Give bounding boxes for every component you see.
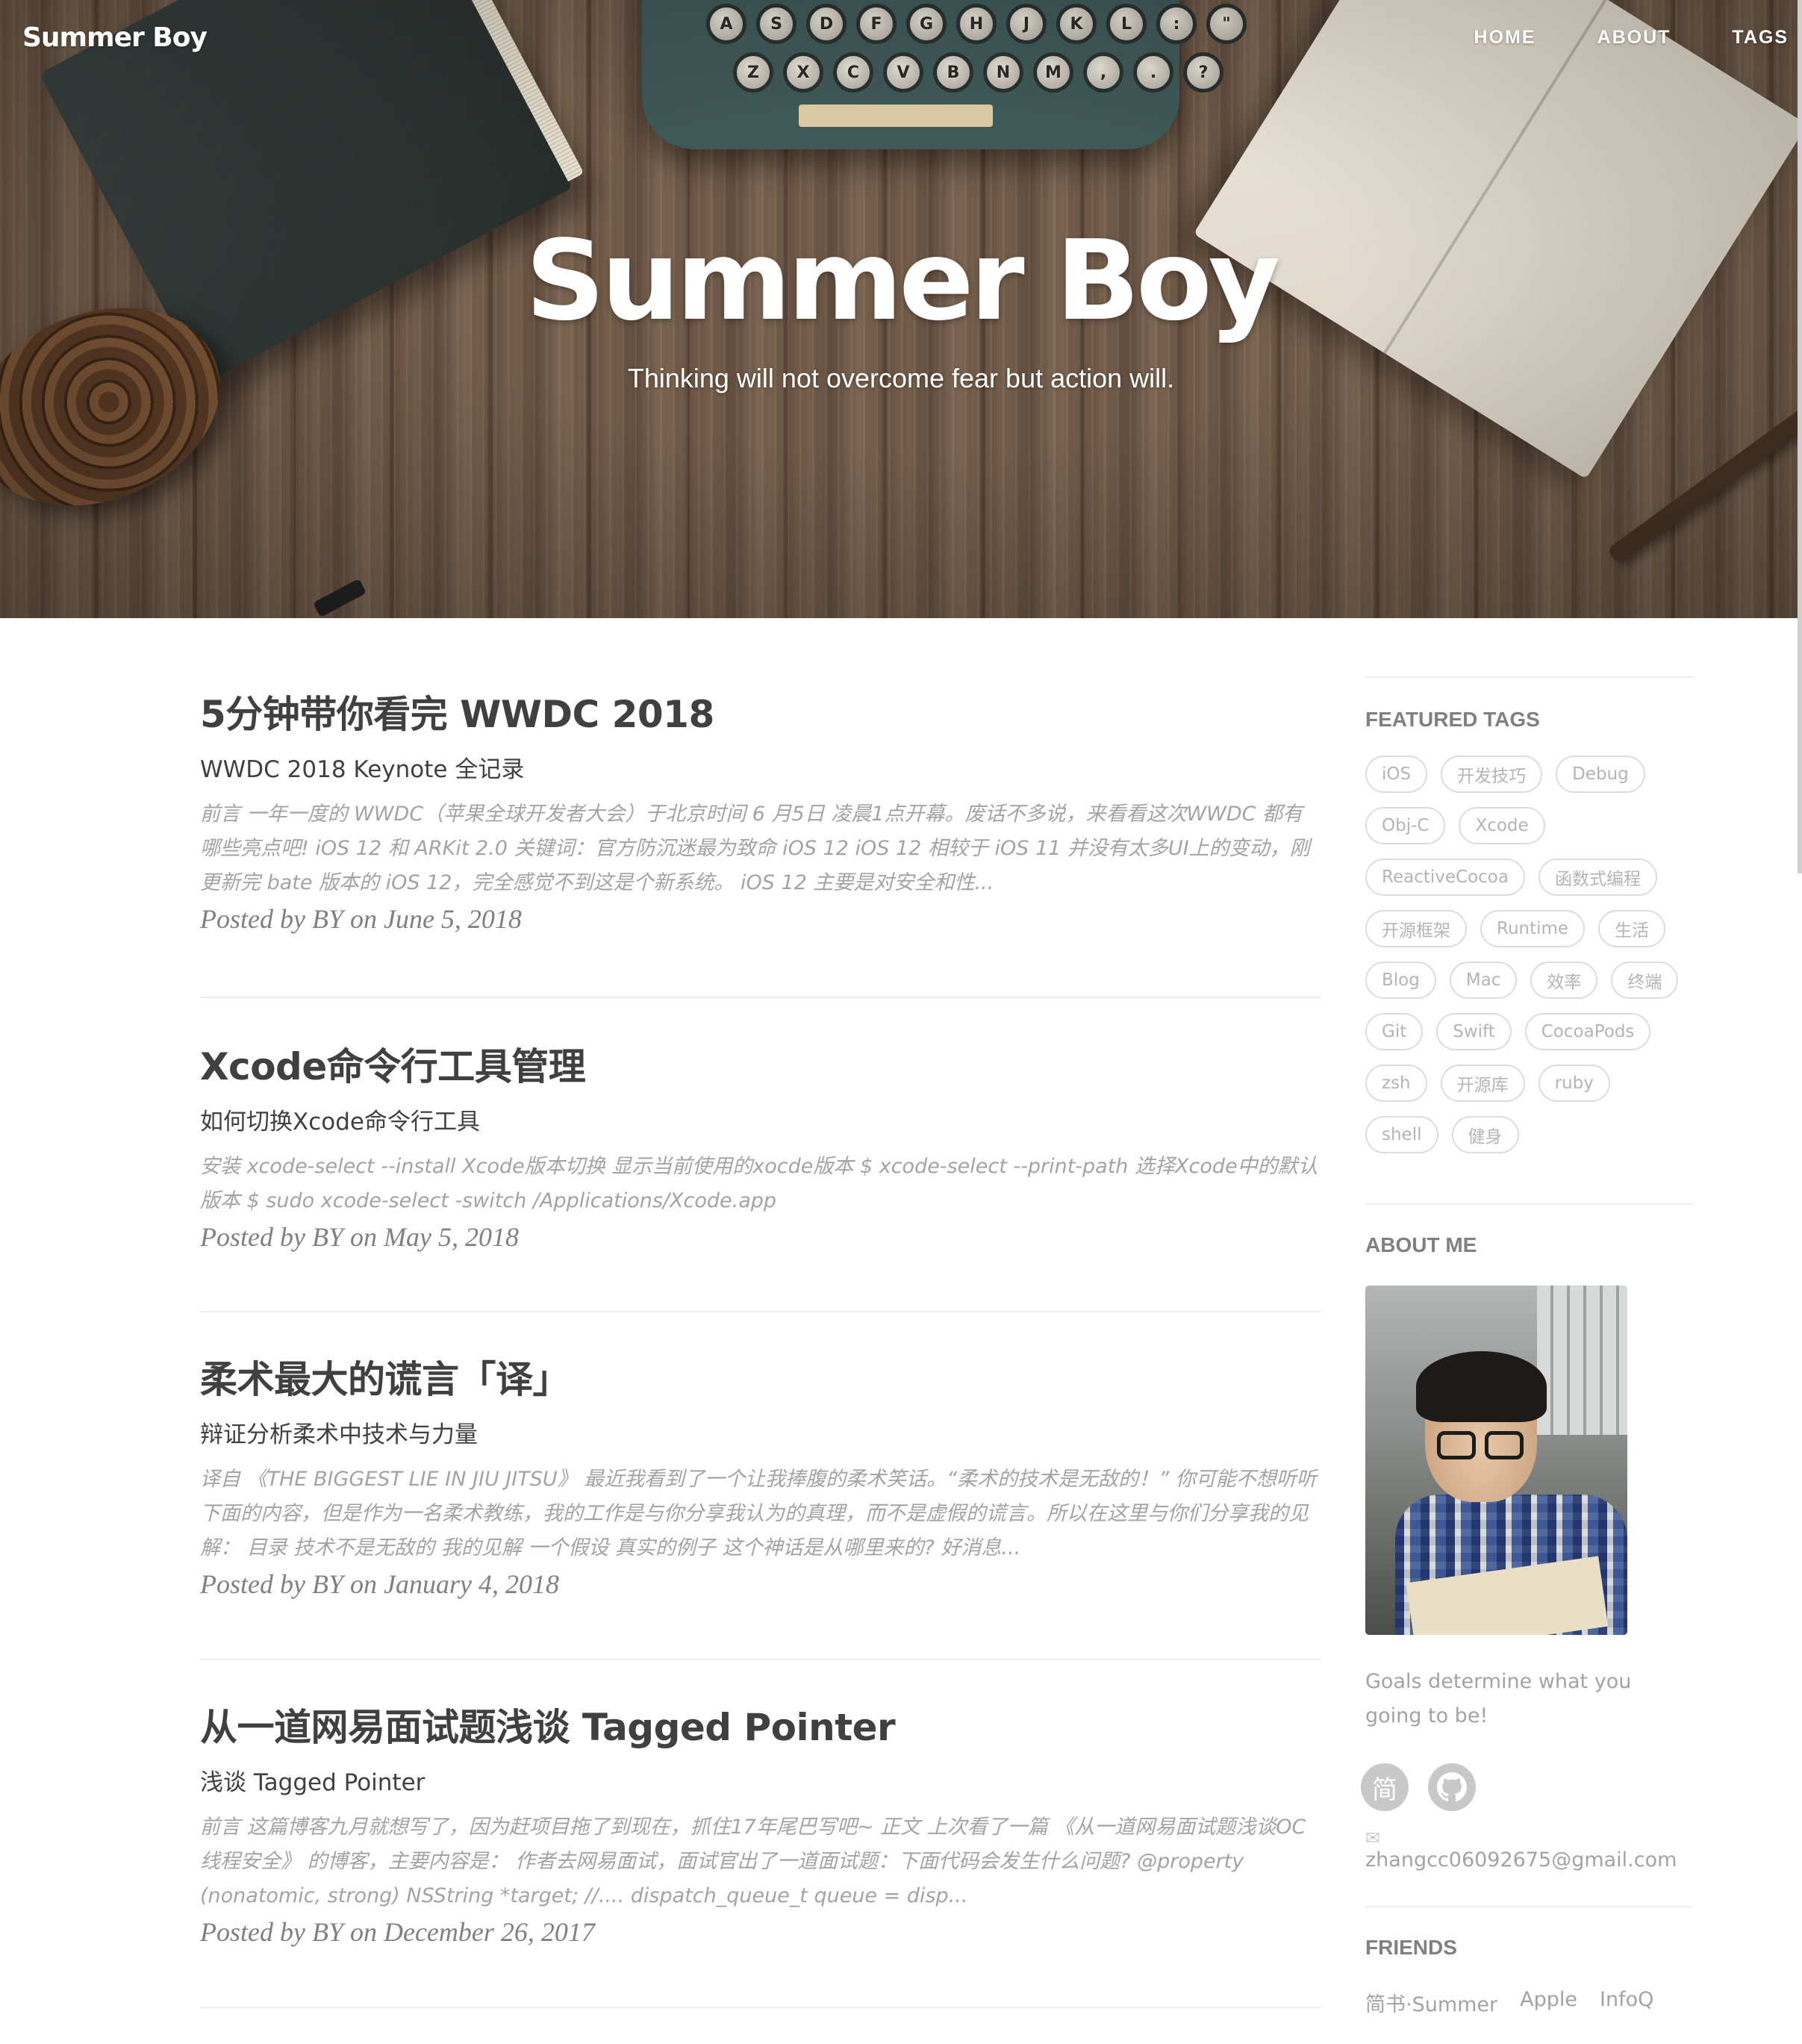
friend-link-infoq[interactable]: InfoQ — [1600, 1988, 1653, 2017]
hero-header: ASDFGHJKL:" ZXCVBNM,.? Summer Boy HOME A… — [0, 0, 1802, 618]
nav-tags-link[interactable]: TAGS — [1732, 27, 1789, 49]
featured-tags-list: iOS 开发技巧 Debug Obj-C Xcode ReactiveCocoa 函数式编程… — [1365, 755, 1686, 1153]
scrollbar[interactable] — [1798, 0, 1802, 873]
post-preview[interactable]: Xcode命令行工具管理 如何切换Xcode命令行工具 安装 xcode-sel… — [200, 998, 1321, 1312]
email-block: ✉ zhangcc06092675@gmail.com — [1365, 1828, 1694, 1872]
friends-links: 简书·Summer Apple InfoQ — [1365, 1988, 1694, 2017]
post-meta: Posted by BY on May 5, 2018 — [200, 1222, 519, 1252]
post-subtitle[interactable]: 如何切换Xcode命令行工具 — [200, 1103, 1321, 1136]
sidebar: FEATURED TAGS iOS 开发技巧 Debug Obj-C Xcode Reac… — [1361, 676, 1694, 2017]
social-links: 简 — [1361, 1763, 1694, 1811]
post-subtitle[interactable]: 浅谈 Tagged Pointer — [200, 1763, 1321, 1797]
post-list: 5分钟带你看完 WWDC 2018 WWDC 2018 Keynote 全记录 … — [200, 687, 1321, 2008]
tag-pill[interactable]: Swift — [1436, 1013, 1512, 1050]
post-meta: Posted by BY on January 4, 2018 — [200, 1569, 559, 1599]
tag-pill[interactable]: 效率 — [1530, 962, 1598, 999]
post-meta: Posted by BY on December 26, 2017 — [200, 1917, 595, 1947]
post-subtitle[interactable]: WWDC 2018 Keynote 全记录 — [200, 750, 1321, 784]
post-preview[interactable]: 5分钟带你看完 WWDC 2018 WWDC 2018 Keynote 全记录 … — [200, 687, 1321, 998]
tag-pill[interactable]: 健身 — [1451, 1116, 1519, 1153]
avatar-glasses — [1485, 1431, 1524, 1459]
jianshu-icon[interactable]: 简 — [1361, 1763, 1409, 1811]
featured-tags-heading: FEATURED TAGS — [1365, 708, 1540, 731]
github-icon[interactable] — [1428, 1763, 1476, 1811]
post-excerpt[interactable]: 前言 这篇博客九月就想写了，因为赶项目拖了到现在，抓住17年尾巴写吧~ 正文 上… — [200, 1810, 1321, 1913]
about-me-text: Goals determine what you going to be! — [1365, 1670, 1632, 1727]
tag-pill[interactable]: 开源库 — [1440, 1065, 1525, 1102]
email-link[interactable]: zhangcc06092675@gmail.com — [1365, 1848, 1677, 1872]
post-subtitle[interactable]: 辩证分析柔术中技术与力量 — [200, 1415, 1321, 1449]
github-icon — [1437, 1772, 1467, 1802]
sidebar-divider — [1365, 1906, 1694, 1907]
tag-pill[interactable]: iOS — [1365, 755, 1428, 793]
post-excerpt[interactable]: 译自 《THE BIGGEST LIE IN JIU JITSU》 最近我看到了… — [200, 1462, 1321, 1565]
tag-pill[interactable]: shell — [1365, 1116, 1438, 1153]
sidebar-divider — [1365, 1203, 1694, 1205]
tag-pill[interactable]: zsh — [1365, 1065, 1427, 1102]
tag-pill[interactable]: Debug — [1556, 755, 1645, 793]
tag-pill[interactable]: Blog — [1365, 962, 1436, 999]
post-title[interactable]: 从一道网易面试题浅谈 Tagged Pointer — [200, 1705, 1321, 1750]
tag-pill[interactable]: ruby — [1538, 1065, 1610, 1102]
tag-pill[interactable]: 终端 — [1611, 962, 1679, 999]
avatar-hair — [1416, 1351, 1547, 1422]
post-preview[interactable]: 柔术最大的谎言「译」 辩证分析柔术中技术与力量 译自 《THE BIGGEST … — [200, 1312, 1321, 1660]
sidebar-divider — [1365, 676, 1694, 678]
avatar — [1365, 1286, 1627, 1635]
tag-pill[interactable]: Runtime — [1480, 910, 1586, 947]
post-title[interactable]: Xcode命令行工具管理 — [200, 1044, 1321, 1089]
post-title[interactable]: 5分钟带你看完 WWDC 2018 — [200, 692, 1321, 737]
friend-link-apple[interactable]: Apple — [1520, 1988, 1577, 2017]
post-meta: Posted by BY on June 5, 2018 — [200, 904, 522, 934]
tag-pill[interactable]: Xcode — [1459, 807, 1545, 844]
brand-link[interactable]: Summer Boy — [22, 22, 208, 53]
nav-about-link[interactable]: ABOUT — [1597, 27, 1671, 49]
tag-pill[interactable]: Git — [1365, 1013, 1424, 1050]
tag-pill[interactable]: 生活 — [1598, 910, 1666, 947]
post-excerpt[interactable]: 前言 一年一度的 WWDC（苹果全球开发者大会）于北京时间 6 月5日 凌晨1点… — [200, 797, 1321, 900]
tag-pill[interactable]: 开发技巧 — [1441, 755, 1543, 793]
avatar-background-window — [1537, 1286, 1627, 1435]
mail-icon: ✉ — [1365, 1828, 1381, 1848]
avatar-glasses — [1437, 1431, 1476, 1459]
hero-title: Summer Boy — [525, 216, 1280, 345]
about-me-heading: ABOUT ME — [1365, 1233, 1477, 1256]
post-title[interactable]: 柔术最大的谎言「译」 — [200, 1357, 1321, 1402]
post-preview[interactable]: 从一道网易面试题浅谈 Tagged Pointer 浅谈 Tagged Poin… — [200, 1660, 1321, 2008]
top-navigation: HOME ABOUT TAGS — [1474, 27, 1789, 49]
post-excerpt[interactable]: 安装 xcode-select --install Xcode版本切换 显示当前… — [200, 1150, 1321, 1218]
friend-link-jianshu[interactable]: 简书·Summer — [1365, 1988, 1497, 2017]
tag-pill[interactable]: 函数式编程 — [1538, 859, 1657, 896]
tag-pill[interactable]: Mac — [1449, 962, 1518, 999]
hero-subtitle: Thinking will not overcome fear but acti… — [627, 363, 1175, 393]
tag-pill[interactable]: CocoaPods — [1524, 1013, 1651, 1050]
tag-pill[interactable]: Obj-C — [1365, 807, 1446, 844]
friends-heading: FRIENDS — [1365, 1936, 1457, 1959]
tag-pill[interactable]: ReactiveCocoa — [1365, 859, 1525, 896]
tag-pill[interactable]: 开源框架 — [1365, 910, 1467, 947]
nav-home-link[interactable]: HOME — [1474, 27, 1536, 49]
